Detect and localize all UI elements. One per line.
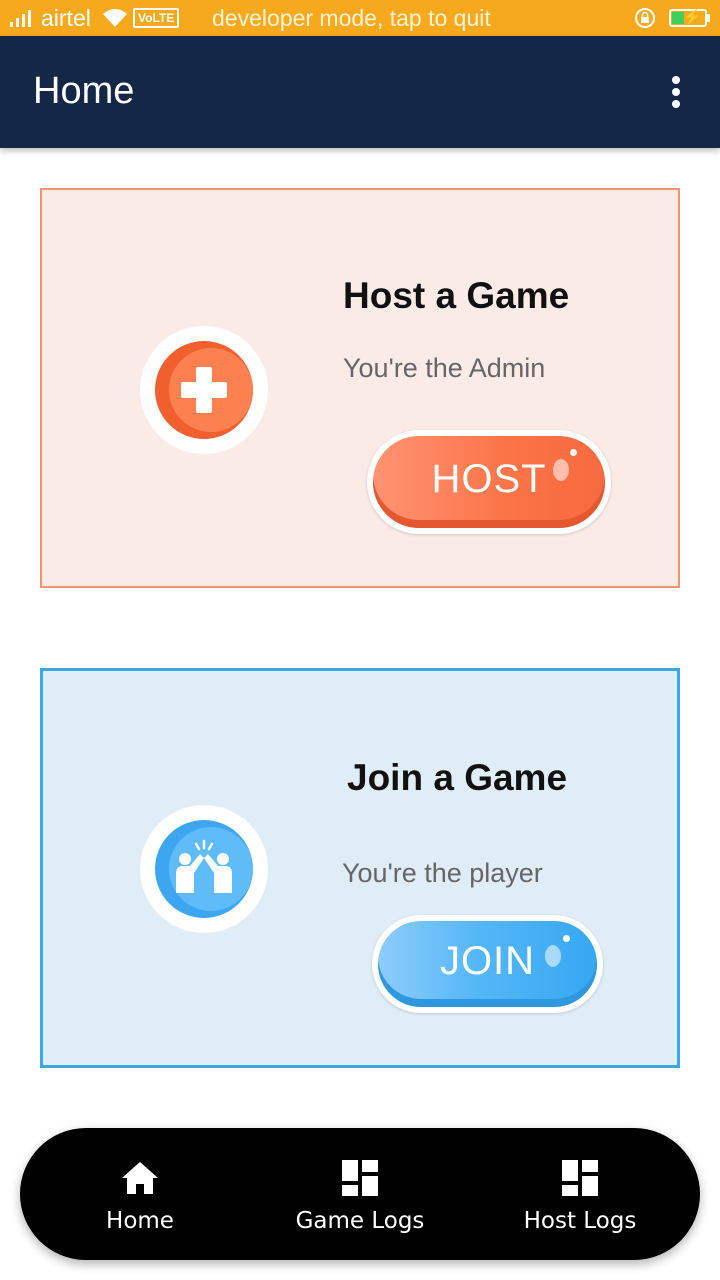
bottom-navigation: Home Game Logs Host Logs	[20, 1128, 700, 1260]
home-icon	[122, 1162, 158, 1194]
signal-icon	[10, 10, 31, 27]
host-game-card[interactable]: Host a Game You're the Admin HOST	[40, 188, 680, 588]
nav-label-game-logs: Game Logs	[295, 1208, 425, 1234]
nav-label-host-logs: Host Logs	[523, 1208, 637, 1234]
dashboard-icon	[562, 1160, 598, 1196]
app-bar: Home	[0, 36, 720, 148]
host-icon-badge	[140, 326, 268, 454]
carrier-name: airtel	[41, 5, 91, 31]
join-button-label: JOIN	[439, 938, 536, 983]
nav-label-home: Home	[106, 1208, 174, 1234]
volte-badge: VoLTE	[133, 8, 180, 28]
button-shine-dot	[563, 935, 570, 942]
high-five-icon	[155, 820, 253, 918]
button-shine	[545, 945, 561, 967]
button-shine-dot	[570, 449, 577, 456]
join-icon-badge	[140, 805, 268, 933]
battery-tip	[707, 14, 710, 22]
host-card-subtitle: You're the Admin	[343, 353, 546, 383]
join-button[interactable]: JOIN	[372, 915, 603, 1013]
nav-item-game-logs[interactable]: Game Logs	[285, 1128, 435, 1260]
wifi-icon	[103, 9, 127, 27]
overflow-menu-icon[interactable]	[662, 74, 692, 110]
developer-mode-message[interactable]: developer mode, tap to quit	[212, 5, 491, 32]
join-game-card[interactable]: Join a Game You're the player JOIN	[40, 668, 680, 1068]
host-card-title: Host a Game	[343, 275, 570, 316]
join-card-subtitle: You're the player	[342, 858, 543, 888]
host-button-label: HOST	[431, 456, 547, 501]
battery-charging-icon: ⚡	[669, 9, 707, 27]
plus-icon	[155, 341, 253, 439]
host-button[interactable]: HOST	[367, 430, 611, 534]
dashboard-icon	[342, 1160, 378, 1196]
nav-item-home[interactable]: Home	[79, 1128, 201, 1260]
page-title: Home	[33, 70, 135, 112]
join-card-title: Join a Game	[347, 757, 568, 798]
nav-item-host-logs[interactable]: Host Logs	[510, 1128, 650, 1260]
rotation-lock-icon	[635, 8, 655, 28]
status-bar: airtel VoLTE developer mode, tap to quit…	[0, 0, 720, 36]
button-shine	[553, 459, 569, 481]
